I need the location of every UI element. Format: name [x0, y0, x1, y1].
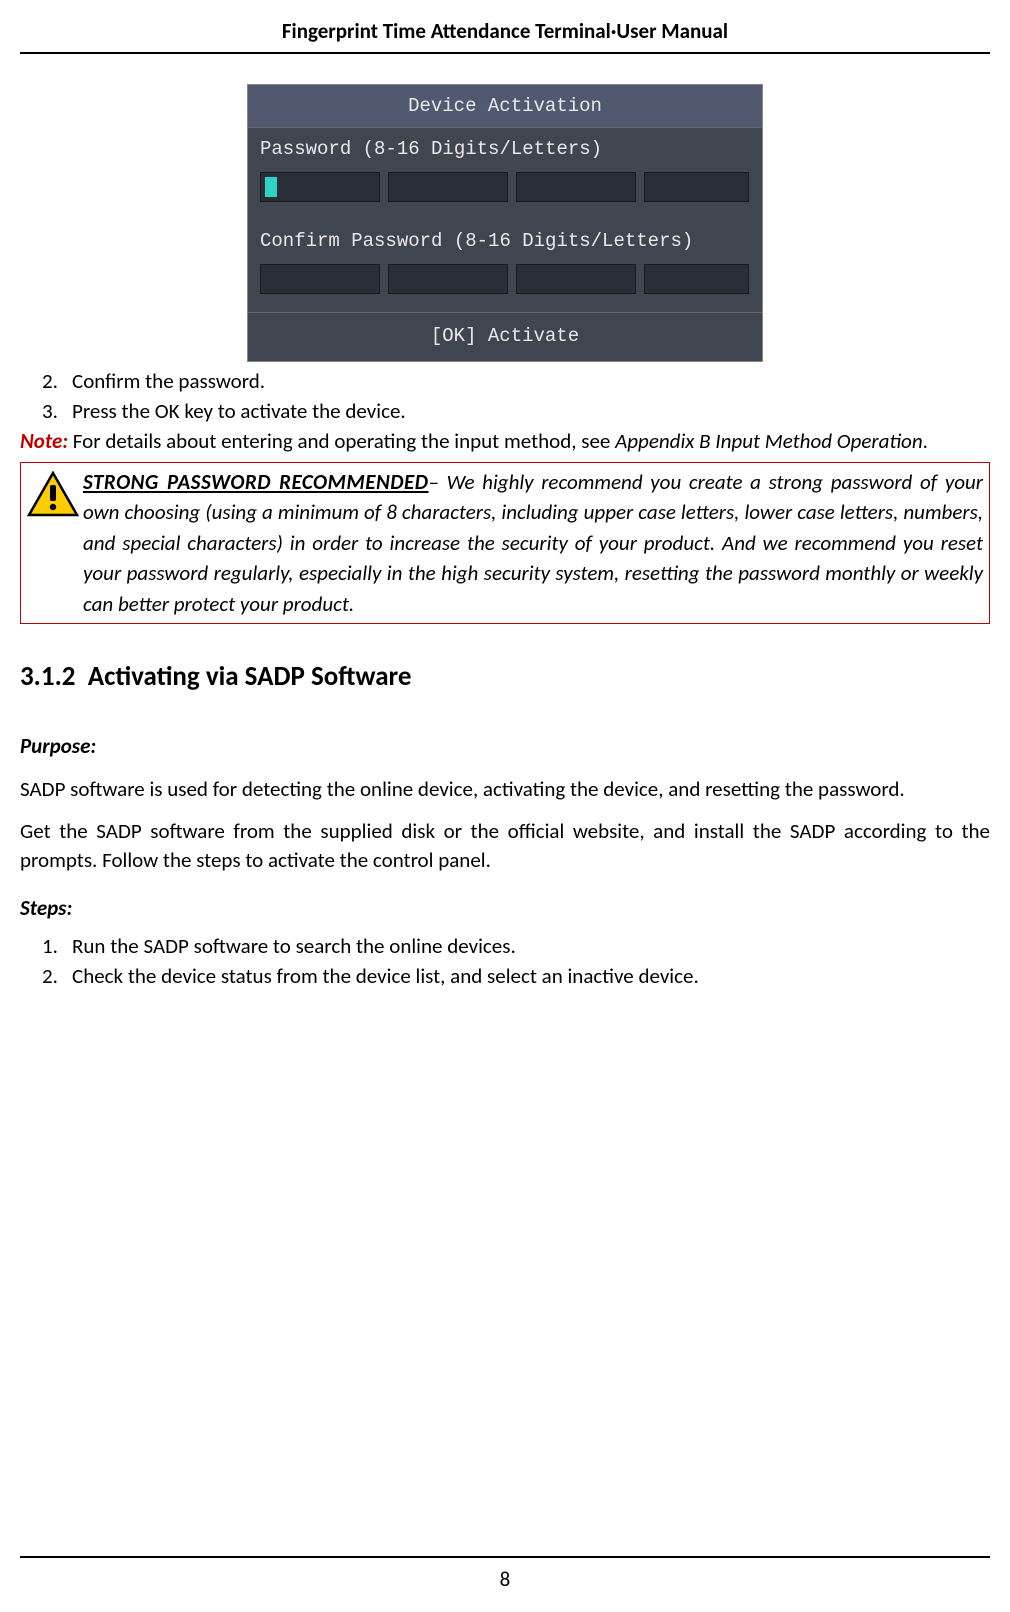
password-input-row [260, 168, 750, 206]
list-item: 2. Confirm the password. [20, 366, 990, 396]
warning-dash: – [429, 469, 447, 495]
list-text: Press the OK key to activate the device. [72, 398, 406, 424]
note-label: Note: [20, 428, 68, 454]
device-title-bar: Device Activation [248, 85, 762, 128]
steps-heading: Steps: [20, 881, 990, 931]
warning-box: STRONG PASSWORD RECOMMENDED– We highly r… [20, 462, 990, 624]
warning-content: STRONG PASSWORD RECOMMENDED– We highly r… [83, 467, 983, 619]
list-number: 2. [42, 963, 72, 989]
page-header: Fingerprint Time Attendance Terminal·Use… [20, 0, 990, 54]
list-item: 3. Press the OK key to activate the devi… [20, 396, 990, 426]
confirm-label: Confirm Password (8-16 Digits/Letters) [260, 226, 750, 260]
page-number: 8 [500, 1566, 511, 1592]
list-number: 3. [42, 398, 72, 424]
list-item: 1. Run the SADP software to search the o… [20, 931, 990, 961]
device-confirm-section: Confirm Password (8-16 Digits/Letters) [248, 220, 762, 312]
list-text: Confirm the password. [72, 368, 265, 394]
ok-activate-label: [OK] Activate [431, 325, 579, 347]
warning-title: STRONG PASSWORD RECOMMENDED [83, 469, 429, 495]
note-text-after: . [923, 428, 928, 454]
password-input-segment [516, 172, 636, 202]
page-footer: 8 [20, 1556, 990, 1592]
password-input-segment [644, 172, 749, 202]
note-paragraph: Note: For details about entering and ope… [20, 426, 990, 456]
confirm-input-segment [644, 264, 749, 294]
body-paragraph: SADP software is used for detecting the … [20, 769, 990, 810]
note-appendix: Appendix B Input Method Operation [615, 428, 923, 454]
list-text: Run the SADP software to search the onli… [72, 933, 516, 959]
section-number: 3.1.2 [20, 660, 75, 693]
header-title: Fingerprint Time Attendance Terminal·Use… [282, 18, 728, 44]
device-footer: [OK] Activate [248, 312, 762, 361]
confirm-input-segment [260, 264, 380, 294]
list-number: 2. [42, 368, 72, 394]
confirm-input-row [260, 260, 750, 298]
section-heading: 3.1.2 Activating via SADP Software [20, 642, 990, 719]
device-password-section: Password (8-16 Digits/Letters) [248, 128, 762, 220]
list-item: 2. Check the device status from the devi… [20, 961, 990, 991]
note-text: For details about entering and operating… [68, 428, 615, 454]
body-paragraph: Get the SADP software from the supplied … [20, 811, 990, 882]
device-title: Device Activation [408, 95, 602, 117]
password-input-segment [388, 172, 508, 202]
device-activation-screenshot: Device Activation Password (8-16 Digits/… [247, 84, 763, 362]
confirm-input-segment [388, 264, 508, 294]
section-title: Activating via SADP Software [88, 660, 412, 693]
confirm-input-segment [516, 264, 636, 294]
list-text: Check the device status from the device … [72, 963, 699, 989]
warning-triangle-icon [27, 467, 83, 619]
text-cursor [265, 177, 277, 197]
purpose-heading: Purpose: [20, 719, 990, 769]
password-label: Password (8-16 Digits/Letters) [260, 134, 750, 168]
password-input-segment [260, 172, 380, 202]
list-number: 1. [42, 933, 72, 959]
